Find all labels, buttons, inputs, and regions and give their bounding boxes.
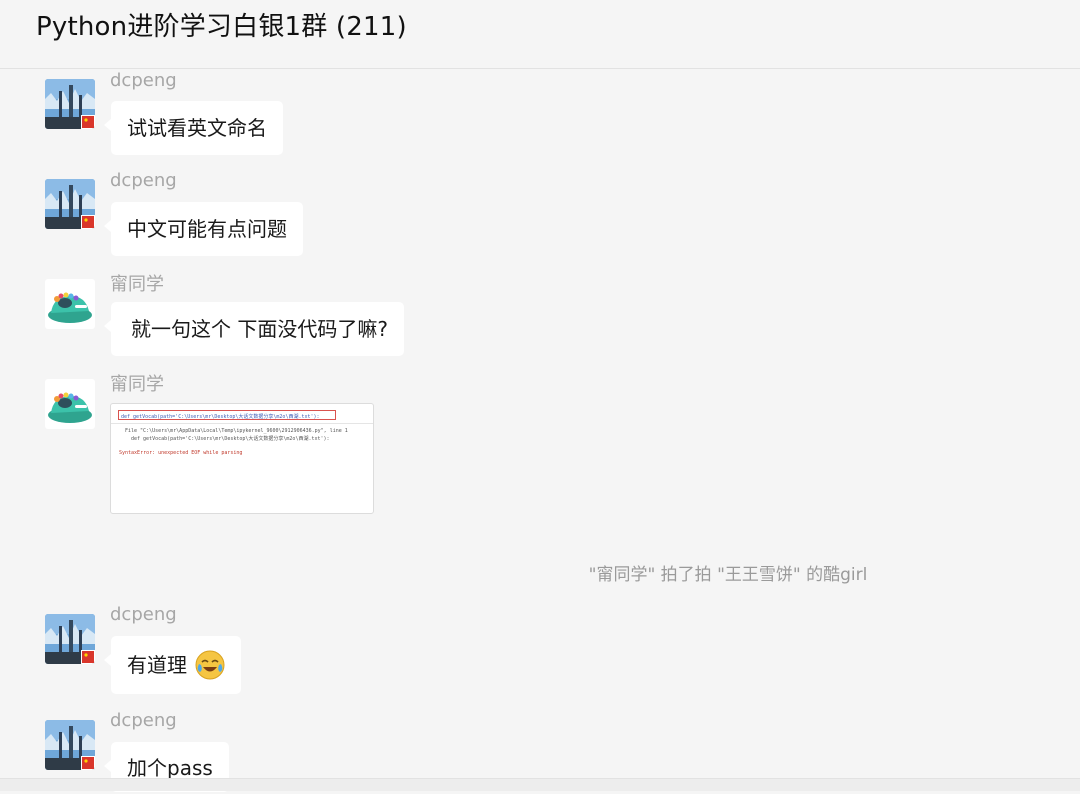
message-text: 试试看英文命名 — [127, 116, 267, 140]
user-avatar[interactable] — [45, 720, 95, 770]
user-avatar[interactable] — [45, 79, 95, 129]
sender-name: 甯同学 — [110, 274, 164, 295]
sender-name: dcpeng — [110, 710, 177, 731]
message-bubble[interactable]: 就一句这个 下面没代码了嘛? — [104, 302, 404, 356]
divider — [111, 423, 373, 424]
code-screenshot: def getVocab(path='C:\Users\mr\Desktop\大… — [111, 404, 373, 513]
code-line: File "C:\Users\mr\AppData\Local\Temp\ipy… — [125, 428, 348, 434]
sender-name: 甯同学 — [110, 374, 164, 395]
code-line: def getVocab(path='C:\Users\mr\Desktop\大… — [131, 436, 330, 442]
message-text: 中文可能有点问题 — [127, 217, 287, 241]
sender-name: dcpeng — [110, 70, 177, 91]
chat-title: Python进阶学习白银1群 (211) — [36, 12, 407, 42]
chat-header: Python进阶学习白银1群 (211) — [0, 0, 1080, 69]
error-line: SyntaxError: unexpected EOF while parsin… — [119, 450, 243, 456]
message-text: 加个pass — [127, 756, 213, 780]
code-line: def getVocab(path='C:\Users\mr\Desktop\大… — [121, 414, 320, 420]
input-area-edge — [0, 778, 1080, 791]
user-avatar[interactable] — [45, 179, 95, 229]
user-avatar[interactable] — [45, 279, 95, 329]
message-bubble[interactable]: 试试看英文命名 — [104, 101, 283, 155]
sender-name: dcpeng — [110, 170, 177, 191]
system-notice: "甯同学" 拍了拍 "王王雪饼" 的酷girl — [588, 565, 868, 585]
user-avatar[interactable] — [45, 614, 95, 664]
message-text: 就一句这个 下面没代码了嘛? — [131, 317, 388, 341]
image-message[interactable]: def getVocab(path='C:\Users\mr\Desktop\大… — [110, 403, 374, 514]
sender-name: dcpeng — [110, 604, 177, 625]
message-bubble[interactable]: 中文可能有点问题 — [104, 202, 303, 256]
user-avatar[interactable] — [45, 379, 95, 429]
message-text: 有道理 — [127, 653, 187, 677]
message-bubble[interactable]: 有道理 — [103, 636, 242, 694]
crying-laughing-emoji-icon — [195, 650, 225, 679]
